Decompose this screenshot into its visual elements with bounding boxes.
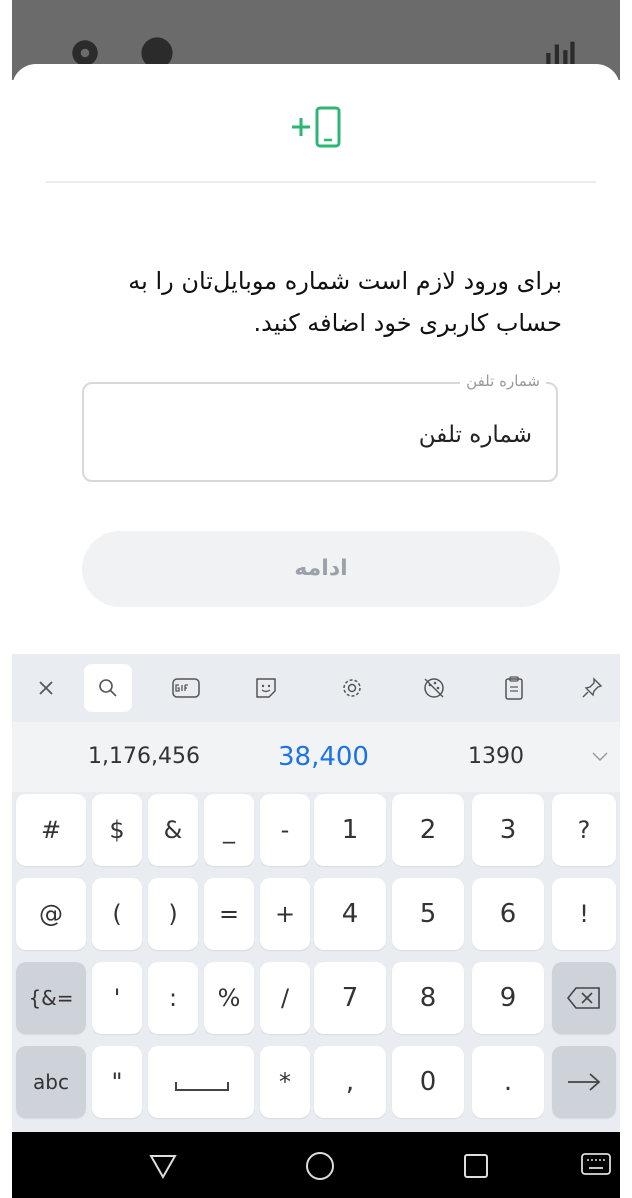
recents-icon[interactable] xyxy=(462,1152,490,1180)
backspace-icon xyxy=(566,987,600,1009)
key-6[interactable]: 6 xyxy=(472,878,544,950)
key-question[interactable]: ? xyxy=(552,794,616,866)
key-hash[interactable]: # xyxy=(16,794,86,866)
space-icon xyxy=(175,1082,229,1091)
key-9[interactable]: 9 xyxy=(472,962,544,1034)
key-equals[interactable]: = xyxy=(204,878,254,950)
abc-key[interactable]: abc xyxy=(16,1046,86,1118)
key-apostrophe[interactable]: ' xyxy=(92,962,142,1034)
key-asterisk[interactable]: * xyxy=(260,1046,310,1118)
suggestion-strip: 1,176,456 38,400 1390 xyxy=(12,722,620,792)
add-phone-sheet: برای ورود لازم است شماره موبایل‌تان را ب… xyxy=(12,64,620,654)
keyboard: 1,176,456 38,400 1390 # $ & _ - 1 2 3 ? … xyxy=(12,654,620,1132)
space-key[interactable] xyxy=(148,1046,254,1118)
key-plus[interactable]: + xyxy=(260,878,310,950)
key-percent[interactable]: % xyxy=(204,962,254,1034)
chevron-down-icon[interactable] xyxy=(590,750,610,764)
suggestion-item-primary[interactable]: 38,400 xyxy=(278,722,369,792)
close-icon[interactable] xyxy=(22,664,70,712)
key-7[interactable]: 7 xyxy=(314,962,386,1034)
key-underscore[interactable]: _ xyxy=(204,794,254,866)
phone-field-value: شماره تلفن xyxy=(418,422,532,448)
continue-button[interactable]: ادامه xyxy=(82,531,560,607)
key-period[interactable]: . xyxy=(472,1046,544,1118)
system-navigation-bar xyxy=(12,1132,620,1198)
key-close-paren[interactable]: ) xyxy=(148,878,198,950)
home-icon[interactable] xyxy=(304,1150,336,1182)
suggestion-item[interactable]: 1,176,456 xyxy=(88,722,200,792)
key-open-paren[interactable]: ( xyxy=(92,878,142,950)
key-exclamation[interactable]: ! xyxy=(552,878,616,950)
key-5[interactable]: 5 xyxy=(392,878,464,950)
key-comma[interactable]: , xyxy=(314,1046,386,1118)
key-slash[interactable]: / xyxy=(260,962,310,1034)
back-icon[interactable] xyxy=(148,1152,178,1180)
key-dollar[interactable]: $ xyxy=(92,794,142,866)
clipboard-icon[interactable] xyxy=(490,664,538,712)
key-at[interactable]: @ xyxy=(16,878,86,950)
symbols-page-key[interactable]: {&= xyxy=(16,962,86,1034)
theme-icon[interactable] xyxy=(410,664,458,712)
add-mobile-icon xyxy=(292,106,341,148)
key-3[interactable]: 3 xyxy=(472,794,544,866)
right-margin xyxy=(620,0,632,1198)
keyboard-toolbar xyxy=(12,654,620,720)
keyboard-icon[interactable] xyxy=(580,1152,612,1178)
key-hyphen[interactable]: - xyxy=(260,794,310,866)
header-divider xyxy=(46,181,596,183)
key-2[interactable]: 2 xyxy=(392,794,464,866)
pin-icon[interactable] xyxy=(572,664,612,712)
key-0[interactable]: 0 xyxy=(392,1046,464,1118)
phone-field[interactable]: شماره تلفن شماره تلفن xyxy=(82,372,558,482)
next-key[interactable] xyxy=(552,1046,616,1118)
phone-required-message: برای ورود لازم است شماره موبایل‌تان را ب… xyxy=(128,267,562,337)
phone-field-label: شماره تلفن xyxy=(460,372,546,390)
suggestion-item[interactable]: 1390 xyxy=(468,722,524,792)
left-margin xyxy=(0,0,12,1198)
key-8[interactable]: 8 xyxy=(392,962,464,1034)
key-colon[interactable]: : xyxy=(148,962,198,1034)
search-icon[interactable] xyxy=(84,664,132,712)
arrow-right-icon xyxy=(568,1073,601,1091)
sticker-icon[interactable] xyxy=(242,664,290,712)
key-ampersand[interactable]: & xyxy=(148,794,198,866)
key-4[interactable]: 4 xyxy=(314,878,386,950)
backspace-key[interactable] xyxy=(552,962,616,1034)
key-1[interactable]: 1 xyxy=(314,794,386,866)
settings-icon[interactable] xyxy=(328,664,376,712)
gif-icon[interactable] xyxy=(162,664,210,712)
key-quote[interactable]: " xyxy=(92,1046,142,1118)
